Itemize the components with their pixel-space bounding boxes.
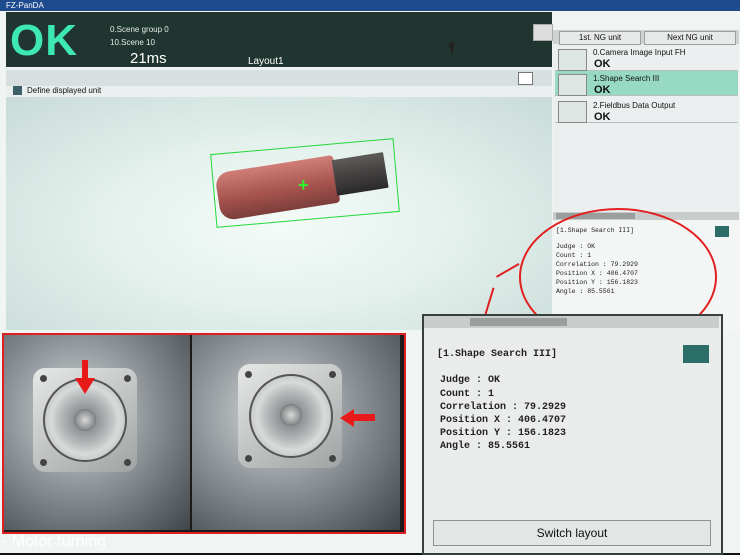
zoom-line-correlation: Correlation : 79.2929 — [440, 402, 567, 413]
red-arrow-down-icon — [75, 378, 95, 394]
shape-search-icon — [558, 74, 587, 96]
define-unit-checkbox[interactable] — [13, 86, 22, 95]
scene-label[interactable]: 10.Scene 10 — [110, 38, 155, 47]
screw — [40, 375, 47, 382]
photo-caption: - Motor turning — [2, 533, 107, 550]
switch-layout-button[interactable]: Switch layout — [433, 520, 711, 546]
image-zoom-icon[interactable] — [518, 72, 533, 85]
zoom-line-position-y: Position Y : 156.1823 — [440, 428, 567, 439]
first-ng-unit-button[interactable]: 1st. NG unit — [559, 31, 641, 45]
detail-panel-tab[interactable] — [715, 226, 729, 237]
scene-group-label[interactable]: 0.Scene group 0 — [110, 25, 169, 34]
zoom-heading: [1.Shape Search III] — [437, 349, 558, 360]
window-title: FZ-PanDA — [6, 1, 44, 10]
detection-crosshair-icon: + — [298, 175, 309, 195]
zoom-line-judge: Judge : OK — [440, 375, 501, 386]
processing-time: 21ms — [130, 50, 167, 67]
arrow-stem — [82, 360, 88, 380]
overall-judge: OK — [10, 16, 78, 65]
flow-item-title: 0.Camera Image Input FH — [593, 48, 686, 57]
flow-item-status: OK — [594, 84, 611, 96]
arrow-stem — [353, 414, 375, 421]
motor-shaft — [74, 409, 96, 431]
camera-icon — [558, 49, 587, 71]
flow-item-title: 2.Fieldbus Data Output — [593, 101, 676, 110]
define-unit-label: Define displayed unit — [27, 86, 102, 95]
screw — [124, 375, 131, 382]
zoom-panel-tab[interactable] — [683, 345, 709, 363]
screw — [329, 455, 336, 462]
motor-shaft — [280, 404, 302, 426]
screw — [124, 459, 131, 466]
menu-icon[interactable] — [533, 24, 553, 41]
flow-item-status: OK — [594, 58, 611, 70]
layout-name: Layout1 — [248, 56, 284, 67]
zoom-scroll-strip — [424, 316, 719, 328]
zoom-line-position-x: Position X : 406.4707 — [440, 415, 567, 426]
screw — [40, 459, 47, 466]
screw — [329, 371, 336, 378]
flow-item-status: OK — [594, 111, 611, 123]
image-toolbar — [6, 70, 552, 86]
title-bar: FZ-PanDA — [0, 0, 740, 11]
next-ng-unit-button[interactable]: Next NG unit — [644, 31, 736, 45]
zoom-line-count: Count : 1 — [440, 389, 495, 400]
zoom-line-angle: Angle : 85.5561 — [440, 441, 531, 452]
zoom-scrollbar-thumb[interactable] — [470, 318, 567, 326]
red-arrow-left-icon — [340, 409, 354, 427]
fieldbus-icon — [558, 101, 587, 123]
screw — [245, 455, 252, 462]
flow-item-title: 1.Shape Search III — [593, 74, 660, 83]
screw — [245, 371, 252, 378]
